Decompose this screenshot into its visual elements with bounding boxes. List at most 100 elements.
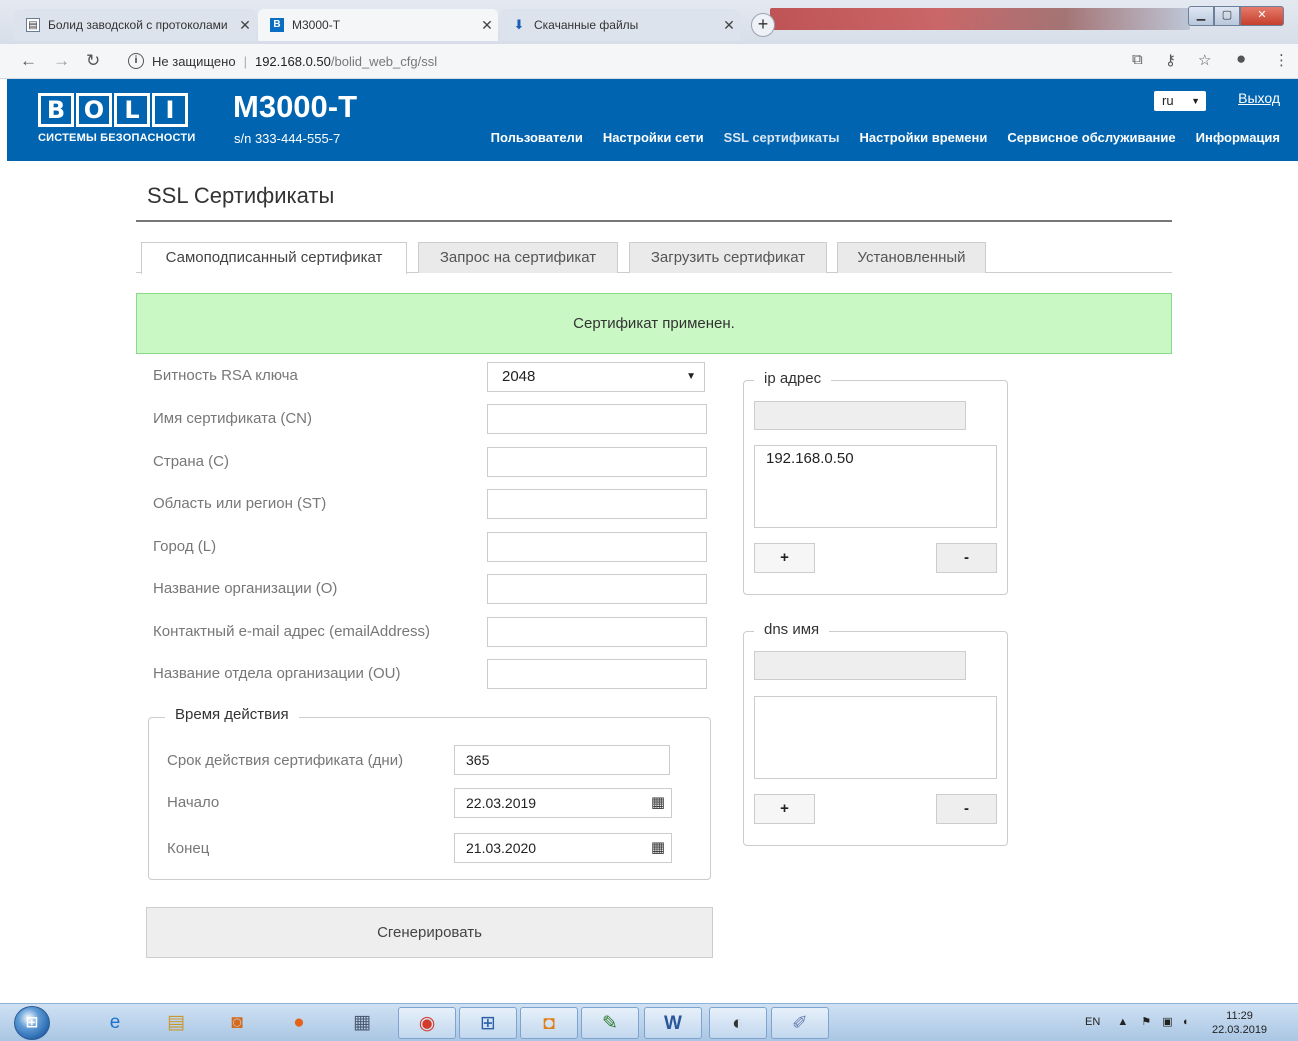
- country-label: Страна (C): [153, 453, 230, 470]
- tray-expand-icon[interactable]: ▲: [1117, 1016, 1128, 1028]
- dns-remove-button[interactable]: -: [936, 794, 997, 824]
- tab-certificate-request[interactable]: Запрос на сертификат: [418, 242, 618, 273]
- ip-legend: ip адрес: [754, 370, 832, 387]
- browser-tab-downloads[interactable]: ⬇ Скачанные файлы ✕: [500, 9, 740, 41]
- word-icon[interactable]: W: [644, 1007, 702, 1039]
- browser-tab-m3000[interactable]: B M3000-T ✕: [258, 9, 498, 41]
- main-nav: Пользователи Настройки сети SSL сертифик…: [471, 130, 1280, 145]
- tab-installed[interactable]: Установленный: [837, 242, 986, 273]
- calendar-icon[interactable]: ▦: [651, 834, 665, 862]
- firefox-icon[interactable]: ●: [270, 1007, 328, 1039]
- organization-input[interactable]: [487, 574, 707, 604]
- close-icon[interactable]: ✕: [476, 17, 498, 34]
- rsa-bits-select[interactable]: 2048 ▼: [487, 362, 705, 392]
- cn-input[interactable]: [487, 404, 707, 434]
- tab-upload-certificate[interactable]: Загрузить сертификат: [629, 242, 827, 273]
- end-date-input[interactable]: 21.03.2020 ▦: [454, 833, 672, 863]
- logo-subtitle: СИСТЕМЫ БЕЗОПАСНОСТИ: [38, 132, 196, 144]
- media-player-icon[interactable]: ◙: [208, 1007, 266, 1039]
- taskbar: ⊞ e ▤ ◙ ● ▦ ◉ ⊞ ◘ ✎ W ◐ ✐ EN ▲ ⚑ ▣ ◖ 11:…: [0, 1003, 1298, 1041]
- address-bar[interactable]: i Не защищено | 192.168.0.50 /bolid_web_…: [116, 49, 1121, 73]
- bookmark-star-icon[interactable]: ☆: [1198, 51, 1211, 69]
- back-arrow-icon[interactable]: ←: [20, 51, 37, 71]
- nav-service[interactable]: Сервисное обслуживание: [1007, 130, 1175, 145]
- browser-tab-bolid[interactable]: ▤ Болид заводской с протоколами ✕: [14, 9, 256, 41]
- input-language[interactable]: EN: [1085, 1016, 1100, 1028]
- success-alert: Сертификат применен.: [136, 293, 1172, 354]
- utility-icon[interactable]: ✎: [581, 1007, 639, 1039]
- nav-ssl-certificates[interactable]: SSL сертификаты: [724, 130, 840, 145]
- org-unit-input[interactable]: [487, 659, 707, 689]
- dns-add-button[interactable]: +: [754, 794, 815, 824]
- url-path: /bolid_web_cfg/ssl: [330, 53, 438, 69]
- logo-letter: O: [76, 93, 112, 127]
- email-input[interactable]: [487, 617, 707, 647]
- calculator-icon[interactable]: ▦: [333, 1007, 391, 1039]
- state-input[interactable]: [487, 489, 707, 519]
- end-date-label: Конец: [167, 840, 210, 857]
- forward-arrow-icon[interactable]: →: [53, 51, 70, 71]
- country-input[interactable]: [487, 447, 707, 477]
- ip-add-button[interactable]: +: [754, 543, 815, 573]
- new-tab-button[interactable]: +: [751, 13, 775, 37]
- tab-self-signed[interactable]: Самоподписанный сертификат: [141, 242, 407, 274]
- ip-list[interactable]: 192.168.0.50: [754, 445, 997, 528]
- close-icon[interactable]: ✕: [718, 17, 740, 34]
- system-tray: EN ▲ ⚑ ▣ ◖: [1085, 1015, 1188, 1028]
- clock-date: 22.03.2019: [1212, 1024, 1268, 1036]
- nav-time-settings[interactable]: Настройки времени: [860, 130, 988, 145]
- org-unit-label: Название отдела организации (OU): [153, 665, 401, 682]
- browser-tab-title: Болид заводской с протоколами: [48, 18, 228, 32]
- ip-new-input: [754, 401, 966, 430]
- nav-network-settings[interactable]: Настройки сети: [603, 130, 704, 145]
- validity-days-input[interactable]: 365: [454, 745, 670, 775]
- city-input[interactable]: [487, 532, 707, 562]
- generate-button[interactable]: Сгенерировать: [146, 907, 713, 958]
- validity-days-label: Срок действия сертификата (дни): [167, 752, 404, 769]
- rsa-bits-value: 2048: [502, 368, 536, 385]
- address-separator: |: [243, 53, 247, 69]
- volume-icon[interactable]: ◖: [1182, 1016, 1189, 1028]
- chrome-icon[interactable]: ◉: [398, 1007, 456, 1039]
- profile-icon[interactable]: ●: [1236, 49, 1246, 69]
- end-date-value: 21.03.2020: [466, 840, 537, 856]
- bolid-logo[interactable]: B O L I СИСТЕМЫ БЕЗОПАСНОСТИ: [38, 93, 195, 144]
- menu-kebab-icon[interactable]: ⋮: [1274, 51, 1289, 69]
- ip-list-item[interactable]: 192.168.0.50: [766, 450, 985, 467]
- start-button[interactable]: ⊞: [14, 1006, 50, 1040]
- logout-link[interactable]: Выход: [1238, 90, 1280, 106]
- explorer-icon[interactable]: ▤: [147, 1007, 205, 1039]
- screen: ▤ Болид заводской с протоколами ✕ B M300…: [0, 0, 1298, 1041]
- rsa-bits-label: Битность RSA ключа: [153, 367, 298, 384]
- dns-new-input: [754, 651, 966, 680]
- network-tool-icon[interactable]: ⊞: [459, 1007, 517, 1039]
- maximize-button[interactable]: ▢: [1214, 6, 1240, 26]
- color-wheel-icon[interactable]: ◐: [709, 1007, 767, 1039]
- start-date-input[interactable]: 22.03.2019 ▦: [454, 788, 672, 818]
- certificate-tabs: Самоподписанный сертификат Запрос на сер…: [136, 242, 1172, 274]
- nav-information[interactable]: Информация: [1196, 130, 1280, 145]
- dns-legend: dns имя: [754, 621, 830, 638]
- info-icon[interactable]: i: [128, 53, 144, 69]
- key-icon[interactable]: ⚷: [1165, 51, 1176, 69]
- browser-tab-title: Скачанные файлы: [534, 18, 639, 32]
- ip-remove-button[interactable]: -: [936, 543, 997, 573]
- language-select[interactable]: ru ▼: [1154, 91, 1206, 111]
- nav-users[interactable]: Пользователи: [491, 130, 583, 145]
- calendar-icon[interactable]: ▦: [651, 789, 665, 817]
- download-icon: ⬇: [513, 17, 525, 32]
- system-clock[interactable]: 11:29 22.03.2019: [1212, 1009, 1267, 1037]
- clock-time: 11:29: [1226, 1010, 1253, 1022]
- network-icon[interactable]: ▣: [1162, 1016, 1172, 1028]
- dns-list[interactable]: [754, 696, 997, 779]
- flag-icon[interactable]: ⚑: [1141, 1016, 1151, 1028]
- close-window-button[interactable]: ✕: [1240, 6, 1284, 26]
- reload-icon[interactable]: ↻: [86, 51, 100, 71]
- close-icon[interactable]: ✕: [234, 17, 256, 34]
- translate-icon[interactable]: ⧉: [1132, 51, 1143, 68]
- minimize-button[interactable]: ▁: [1188, 6, 1214, 26]
- ie-icon[interactable]: e: [86, 1007, 144, 1039]
- security-status: Не защищено: [152, 53, 236, 69]
- outlook-icon[interactable]: ◘: [520, 1007, 578, 1039]
- paint-icon[interactable]: ✐: [771, 1007, 829, 1039]
